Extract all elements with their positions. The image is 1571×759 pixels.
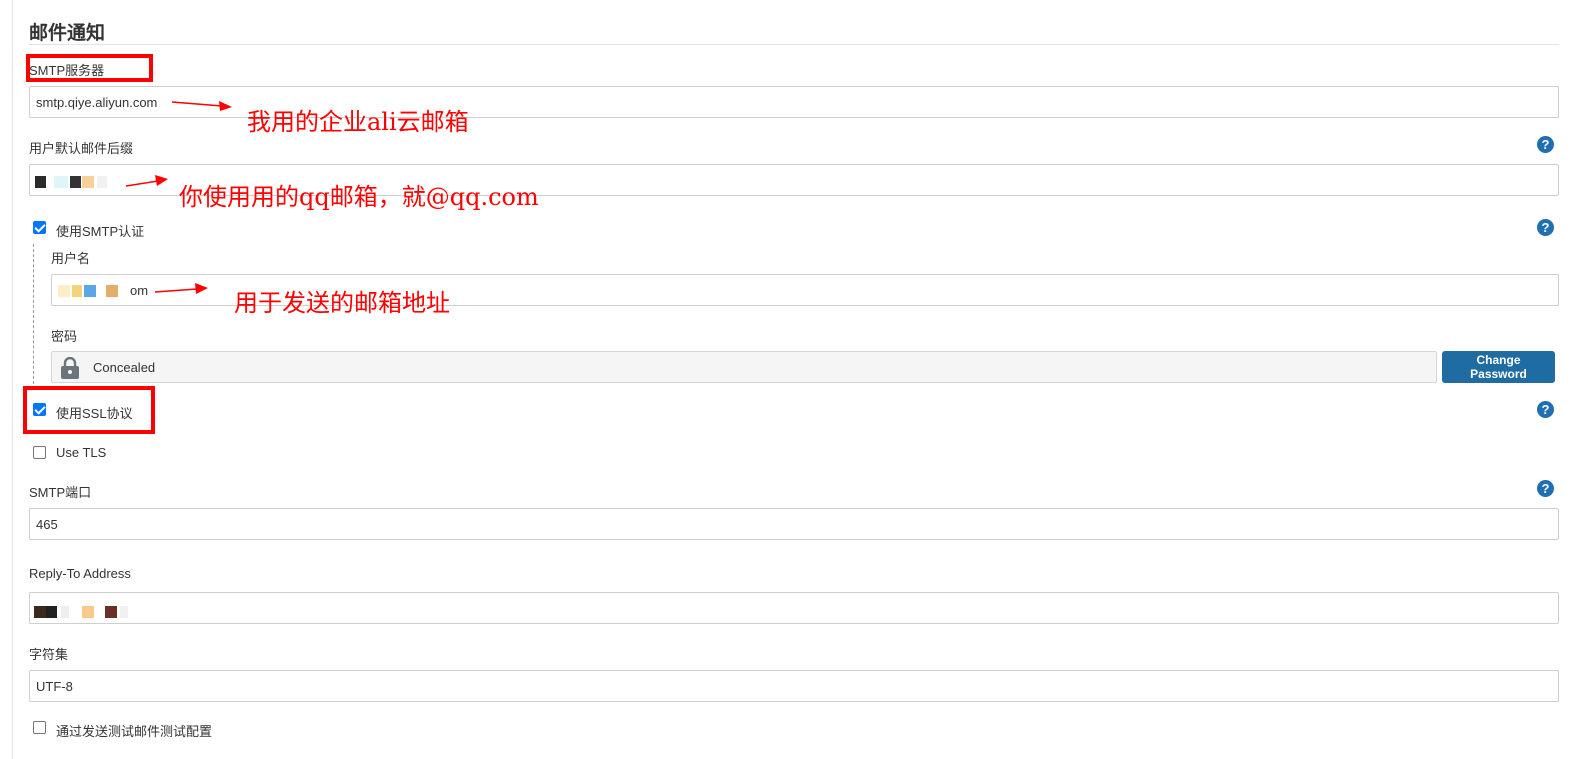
- annotation-suffix-note: 你使用用的qq邮箱，就@qq.com: [179, 183, 539, 211]
- section-divider: [29, 44, 1559, 45]
- help-icon[interactable]: ?: [1537, 219, 1554, 236]
- concealed-text: Concealed: [93, 360, 156, 375]
- default-suffix-label: 用户默认邮件后缀: [29, 141, 134, 156]
- section-title: 邮件通知: [29, 23, 106, 44]
- smtp-port-label: SMTP端口: [29, 485, 92, 500]
- password-label: 密码: [51, 329, 78, 344]
- test-config-checkbox[interactable]: [33, 721, 46, 734]
- change-password-button[interactable]: Change Password: [1442, 351, 1555, 383]
- username-visible-text: om: [130, 283, 149, 298]
- highlight-use-ssl: [23, 386, 155, 434]
- test-config-label[interactable]: 通过发送测试邮件测试配置: [56, 721, 212, 740]
- username-label: 用户名: [51, 251, 91, 266]
- annotation-arrow: [154, 283, 208, 294]
- charset-label: 字符集: [29, 647, 69, 662]
- reply-to-label: Reply-To Address: [29, 566, 131, 581]
- reply-to-input[interactable]: [29, 592, 1559, 624]
- annotation-server-note: 我用的企业ali云邮箱: [247, 108, 469, 136]
- annotation-arrow: [171, 101, 232, 111]
- redacted-username-text: [58, 285, 128, 297]
- lock-icon: [61, 357, 79, 379]
- left-border: [12, 0, 13, 759]
- smtp-port-input[interactable]: [29, 508, 1559, 540]
- highlight-smtp-server: [26, 54, 153, 82]
- password-concealed-field: Concealed: [51, 351, 1437, 383]
- redacted-suffix-text: [35, 176, 115, 188]
- annotation-username-note: 用于发送的邮箱地址: [234, 289, 450, 317]
- help-icon[interactable]: ?: [1537, 136, 1554, 153]
- annotation-arrow: [125, 175, 168, 187]
- use-tls-checkbox[interactable]: [33, 446, 46, 459]
- charset-input[interactable]: [29, 670, 1559, 702]
- smtp-auth-checkbox[interactable]: [33, 221, 46, 234]
- smtp-auth-label[interactable]: 使用SMTP认证: [56, 221, 144, 240]
- help-icon[interactable]: ?: [1537, 480, 1554, 497]
- help-icon[interactable]: ?: [1537, 401, 1554, 418]
- use-tls-label[interactable]: Use TLS: [56, 445, 106, 460]
- redacted-reply-to-text: [34, 606, 134, 618]
- auth-group-guide: [33, 244, 34, 384]
